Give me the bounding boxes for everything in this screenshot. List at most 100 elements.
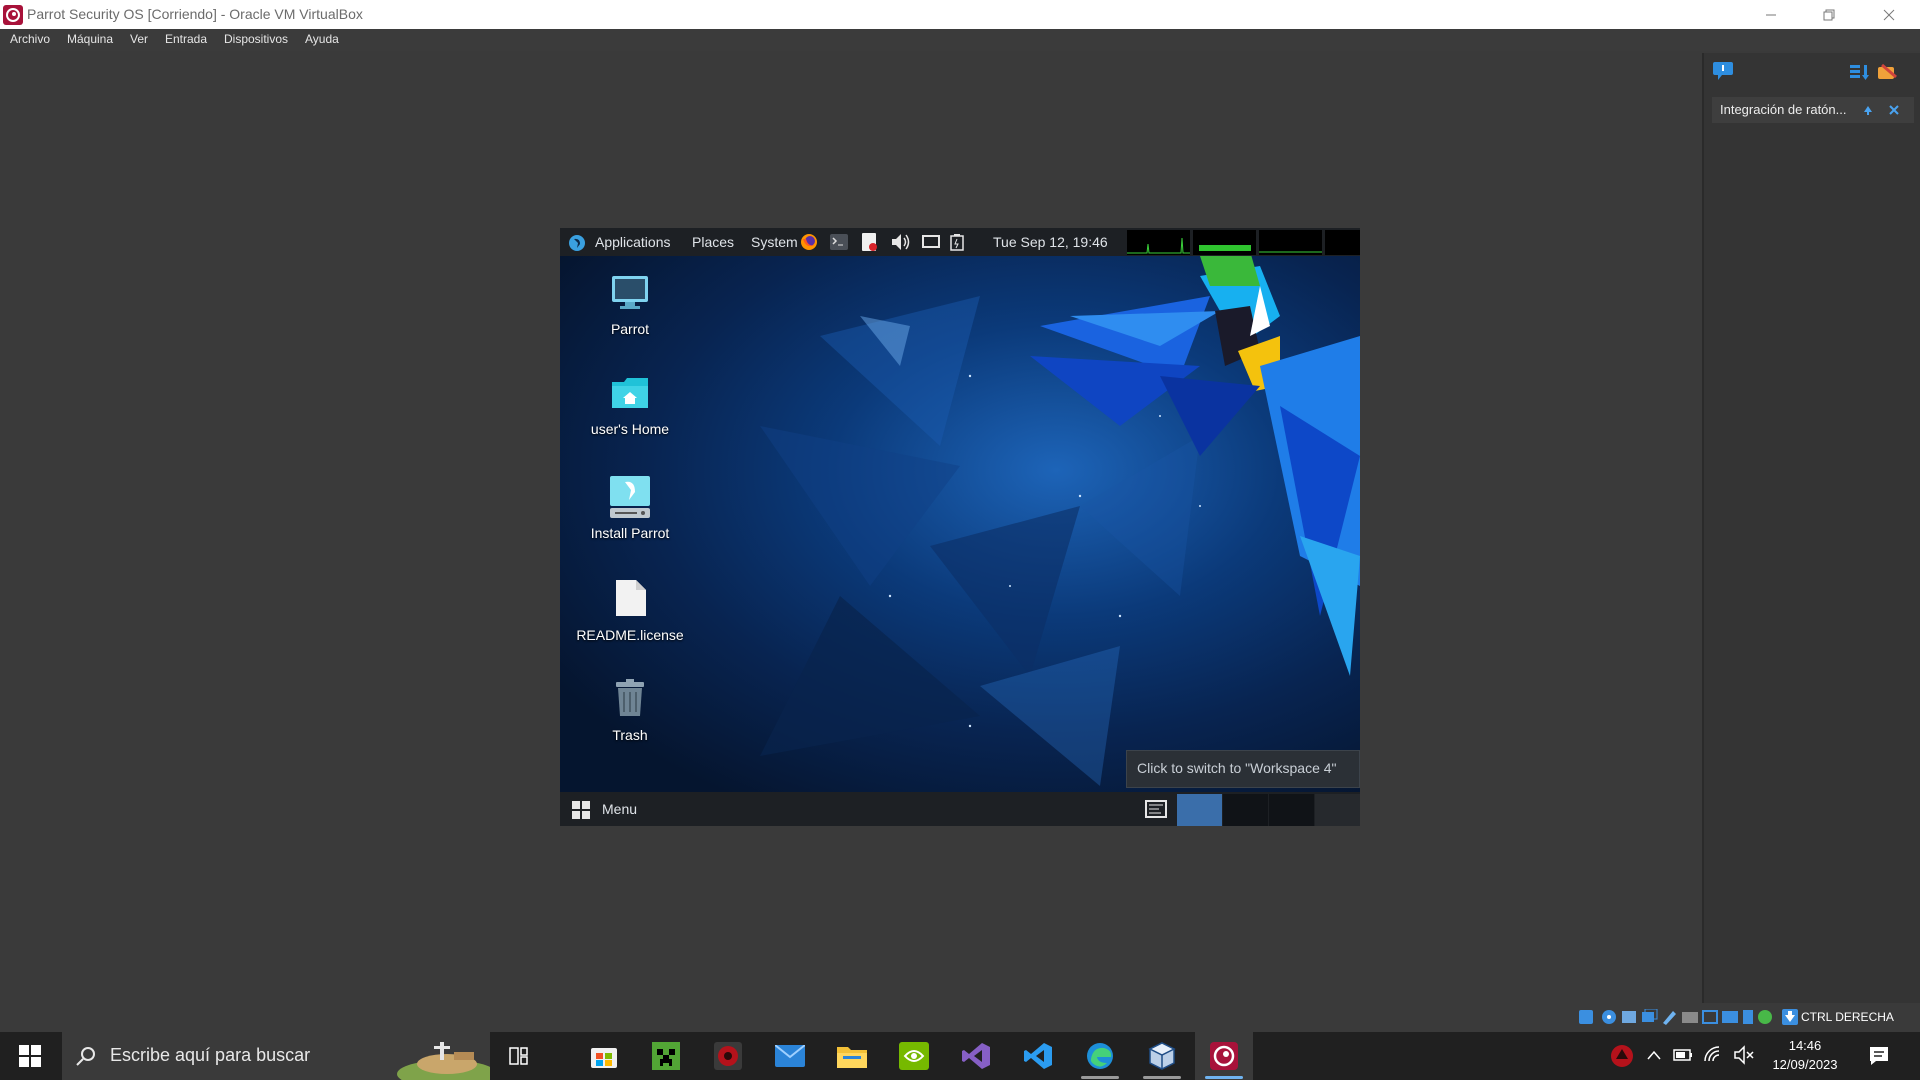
desktop-icon-readme[interactable]: README.license bbox=[575, 578, 685, 643]
mail-icon bbox=[775, 1045, 805, 1067]
trash-icon bbox=[616, 679, 644, 716]
system-monitor-graph[interactable] bbox=[1127, 230, 1360, 255]
close-button[interactable] bbox=[1858, 0, 1920, 29]
menu-archivo[interactable]: Archivo bbox=[10, 32, 50, 46]
nvidia-icon bbox=[899, 1042, 929, 1070]
restore-button[interactable] bbox=[1800, 0, 1858, 29]
vbox-status-bar: CTRL DERECHA bbox=[1575, 1006, 1920, 1028]
minimize-icon bbox=[1766, 14, 1776, 15]
menu-ver[interactable]: Ver bbox=[130, 32, 148, 46]
task-view-button[interactable] bbox=[490, 1032, 548, 1080]
taskbar-app-vscode[interactable] bbox=[1009, 1032, 1067, 1080]
vm-display[interactable]: Applications Places System Tue Sep 12, 1… bbox=[560, 228, 1360, 826]
host-key-arrow-icon bbox=[1782, 1009, 1798, 1025]
search-placeholder: Escribe aquí para buscar bbox=[110, 1045, 311, 1065]
menu-maquina[interactable]: Máquina bbox=[67, 32, 113, 46]
workspace-4[interactable] bbox=[1315, 794, 1360, 826]
firefox-icon[interactable] bbox=[800, 233, 818, 251]
volume-muted-icon[interactable] bbox=[1733, 1045, 1755, 1065]
minecraft-icon bbox=[652, 1042, 680, 1070]
bottom-menu-label[interactable]: Menu bbox=[602, 801, 637, 817]
window-title: Parrot Security OS [Corriendo] - Oracle … bbox=[27, 6, 363, 22]
clear-notifications-icon[interactable] bbox=[1876, 63, 1898, 81]
host-key-label: CTRL DERECHA bbox=[1801, 1010, 1894, 1024]
windows-logo-icon bbox=[19, 1045, 41, 1067]
applications-menu[interactable]: Applications bbox=[595, 234, 671, 250]
taskbar-app-file-explorer[interactable] bbox=[823, 1032, 881, 1080]
menu-grid-icon[interactable] bbox=[572, 801, 590, 819]
sort-icon[interactable] bbox=[1849, 63, 1869, 81]
taskbar-app-store[interactable] bbox=[575, 1032, 633, 1080]
desktop-icon-trash[interactable]: Trash bbox=[575, 678, 685, 743]
monitor-icon bbox=[612, 276, 648, 309]
desktop-icon-home[interactable]: user's Home bbox=[575, 374, 685, 437]
taskbar-clock[interactable]: 14:46 12/09/2023 bbox=[1765, 1036, 1845, 1076]
taskbar-app-nvidia[interactable] bbox=[885, 1032, 943, 1080]
taskbar-time: 14:46 bbox=[1788, 1038, 1822, 1053]
action-center-icon[interactable] bbox=[1868, 1045, 1890, 1067]
windows-taskbar: Escribe aquí para buscar 14:46 12/09/202… bbox=[0, 1032, 1920, 1080]
show-desktop-icon[interactable] bbox=[1145, 800, 1167, 818]
taskbar-app-minecraft[interactable] bbox=[637, 1032, 695, 1080]
file-icon bbox=[616, 580, 646, 616]
guest-desktop[interactable]: Parrot user's Home Install Parrot README… bbox=[560, 256, 1360, 792]
taskbar-app-parrot-vm[interactable] bbox=[1195, 1032, 1253, 1080]
notification-center: Integración de ratón... bbox=[1702, 53, 1920, 1003]
guest-top-panel: Applications Places System Tue Sep 12, 1… bbox=[560, 228, 1360, 256]
red-app-icon bbox=[714, 1042, 742, 1070]
desktop-icon-parrot[interactable]: Parrot bbox=[575, 274, 685, 337]
virtualbox-icon bbox=[1148, 1042, 1176, 1070]
workspace-1[interactable] bbox=[1177, 794, 1222, 826]
volume-icon[interactable] bbox=[890, 232, 912, 252]
store-icon bbox=[591, 1048, 617, 1068]
vbox-menubar: Archivo Máquina Ver Entrada Dispositivos… bbox=[0, 29, 1920, 51]
taskbar-date: 12/09/2023 bbox=[1772, 1057, 1838, 1072]
installer-icon bbox=[610, 476, 650, 518]
file-explorer-icon bbox=[837, 1047, 867, 1068]
wifi-icon[interactable] bbox=[1703, 1045, 1723, 1065]
desktop-icon-install-parrot[interactable]: Install Parrot bbox=[575, 474, 685, 541]
menu-dispositivos[interactable]: Dispositivos bbox=[224, 32, 288, 46]
edge-icon bbox=[1087, 1043, 1113, 1069]
menu-entrada[interactable]: Entrada bbox=[165, 32, 207, 46]
running-indicator bbox=[1205, 1076, 1243, 1079]
battery-icon[interactable] bbox=[950, 233, 964, 251]
search-icon bbox=[76, 1047, 95, 1066]
chevron-up-icon[interactable] bbox=[1646, 1049, 1662, 1061]
running-indicator bbox=[1143, 1076, 1181, 1079]
places-menu[interactable]: Places bbox=[692, 234, 734, 250]
taskbar-app-red-circle[interactable] bbox=[699, 1032, 757, 1080]
guest-bottom-panel: Menu bbox=[560, 792, 1360, 826]
start-button[interactable] bbox=[0, 1032, 60, 1080]
desktop-icon-label: Trash bbox=[612, 727, 648, 743]
workspace-2[interactable] bbox=[1223, 794, 1268, 826]
text-editor-icon[interactable] bbox=[862, 233, 878, 251]
panel-clock[interactable]: Tue Sep 12, 19:46 bbox=[993, 234, 1108, 250]
notification-pin-icon[interactable] bbox=[1862, 104, 1874, 116]
notification-center-icon[interactable] bbox=[1712, 61, 1734, 81]
battery-tray-icon[interactable] bbox=[1673, 1046, 1693, 1064]
menu-ayuda[interactable]: Ayuda bbox=[305, 32, 339, 46]
parrot-logo-icon bbox=[569, 235, 585, 251]
mouse-integration-notification[interactable]: Integración de ratón... bbox=[1712, 97, 1914, 123]
home-folder-icon bbox=[612, 378, 648, 408]
taskbar-app-visual-studio[interactable] bbox=[947, 1032, 1005, 1080]
display-icon[interactable] bbox=[922, 234, 940, 250]
parrot-vm-icon bbox=[1210, 1042, 1238, 1070]
taskbar-search-box[interactable]: Escribe aquí para buscar bbox=[62, 1032, 490, 1080]
taskbar-app-edge[interactable] bbox=[1071, 1032, 1129, 1080]
search-highlight-illustration bbox=[392, 1032, 490, 1080]
taskbar-app-mail[interactable] bbox=[761, 1032, 819, 1080]
running-indicator bbox=[1081, 1076, 1119, 1079]
desktop-icon-label: Install Parrot bbox=[590, 525, 670, 541]
terminal-icon[interactable] bbox=[830, 234, 848, 250]
visual-studio-icon bbox=[962, 1043, 990, 1069]
system-menu[interactable]: System bbox=[751, 234, 798, 250]
minimize-button[interactable] bbox=[1742, 0, 1800, 29]
taskbar-app-virtualbox[interactable] bbox=[1133, 1032, 1191, 1080]
workspace-3[interactable] bbox=[1269, 794, 1314, 826]
device-status-icons[interactable] bbox=[1579, 1009, 1779, 1025]
tray-app-icon[interactable] bbox=[1610, 1044, 1634, 1068]
notification-close-icon[interactable] bbox=[1888, 104, 1900, 116]
window-title-bar: Parrot Security OS [Corriendo] - Oracle … bbox=[0, 0, 1920, 29]
